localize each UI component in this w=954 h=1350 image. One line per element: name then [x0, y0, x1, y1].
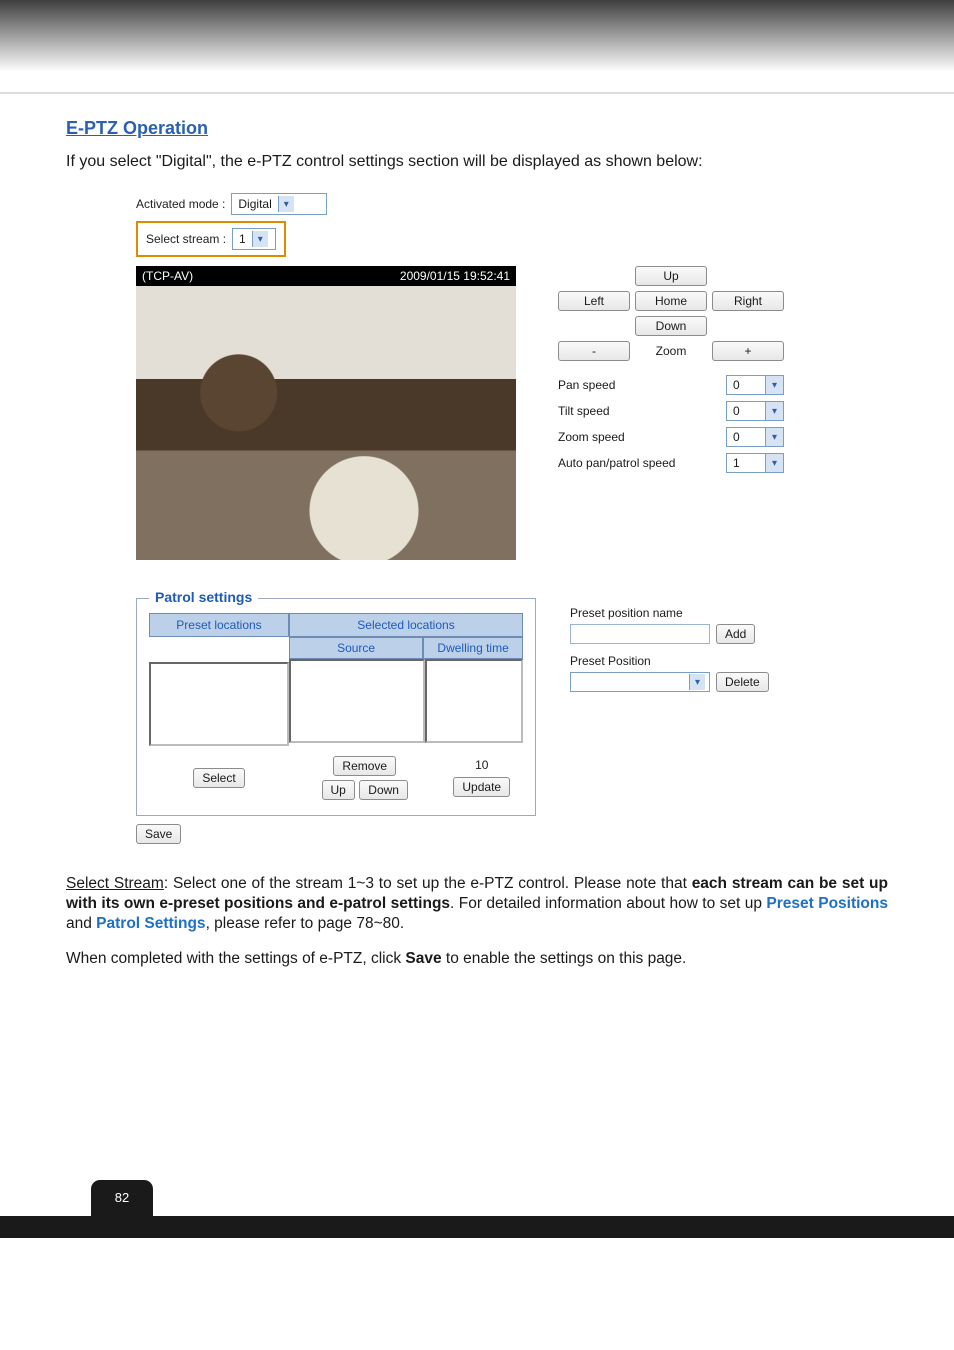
save-button[interactable]: Save — [136, 824, 181, 844]
dwell-value: 10 — [475, 758, 488, 772]
preset-position-label: Preset Position — [570, 654, 769, 668]
zoom-speed-value: 0 — [727, 430, 765, 444]
pan-speed-select[interactable]: 0 ▾ — [726, 375, 784, 395]
ptz-home-button[interactable]: Home — [635, 291, 707, 311]
video-pane: (TCP-AV) 2009/01/15 19:52:41 — [136, 266, 516, 560]
zoom-speed-select[interactable]: 0 ▾ — [726, 427, 784, 447]
preset-position-select[interactable]: ▾ — [570, 672, 710, 692]
patrol-settings-link: Patrol Settings — [96, 915, 205, 932]
preset-positions-link: Preset Positions — [766, 895, 888, 912]
chevron-down-icon: ▾ — [765, 376, 783, 394]
intro-text: If you select "Digital", the e-PTZ contr… — [66, 153, 888, 171]
ptz-down-button[interactable]: Down — [635, 316, 707, 336]
footer-strip — [0, 1216, 954, 1238]
preset-locations-header: Preset locations — [149, 613, 289, 637]
ptz-left-button[interactable]: Left — [558, 291, 630, 311]
preset-position-name-label: Preset position name — [570, 606, 769, 620]
chevron-down-icon: ▾ — [765, 402, 783, 420]
dwelling-time-header: Dwelling time — [423, 637, 523, 659]
body-paragraph-2: When completed with the settings of e-PT… — [66, 949, 888, 969]
video-protocol: (TCP-AV) — [142, 269, 193, 283]
chevron-down-icon: ▾ — [765, 454, 783, 472]
chevron-down-icon: ▾ — [689, 674, 705, 690]
zoom-in-button[interactable]: + — [712, 341, 784, 361]
tilt-speed-value: 0 — [727, 404, 765, 418]
tilt-speed-label: Tilt speed — [558, 404, 610, 418]
video-timestamp: 2009/01/15 19:52:41 — [400, 269, 510, 283]
activated-mode-value: Digital — [238, 197, 271, 211]
patrol-settings-fieldset: Patrol settings Preset locations Selecte… — [136, 598, 536, 816]
selected-locations-header: Selected locations — [289, 613, 523, 637]
zoom-speed-label: Zoom speed — [558, 430, 625, 444]
pan-speed-value: 0 — [727, 378, 765, 392]
select-stream-value: 1 — [239, 232, 246, 246]
preset-position-name-input[interactable] — [570, 624, 710, 644]
select-button[interactable]: Select — [193, 768, 244, 788]
ptz-up-button[interactable]: Up — [635, 266, 707, 286]
source-list[interactable] — [289, 659, 425, 743]
header-gradient — [0, 0, 954, 92]
ptz-right-button[interactable]: Right — [712, 291, 784, 311]
video-preview-image — [136, 286, 516, 560]
delete-button[interactable]: Delete — [716, 672, 769, 692]
zoom-out-button[interactable]: - — [558, 341, 630, 361]
activated-mode-label: Activated mode : — [136, 197, 225, 211]
select-stream-label: Select stream : — [146, 232, 226, 246]
source-header: Source — [289, 637, 423, 659]
body-paragraph-1: Select Stream: Select one of the stream … — [66, 874, 888, 934]
chevron-down-icon: ▾ — [765, 428, 783, 446]
chevron-down-icon: ▾ — [278, 196, 294, 212]
remove-button[interactable]: Remove — [333, 756, 396, 776]
section-heading: E-PTZ Operation — [66, 118, 888, 139]
activated-mode-select[interactable]: Digital ▾ — [231, 193, 327, 215]
update-button[interactable]: Update — [453, 777, 510, 797]
page-number: 82 — [91, 1180, 153, 1216]
auto-speed-value: 1 — [727, 456, 765, 470]
move-down-button[interactable]: Down — [359, 780, 408, 800]
zoom-label: Zoom — [635, 342, 707, 360]
auto-speed-label: Auto pan/patrol speed — [558, 456, 675, 470]
tilt-speed-select[interactable]: 0 ▾ — [726, 401, 784, 421]
dwelling-time-list[interactable] — [425, 659, 523, 743]
auto-speed-select[interactable]: 1 ▾ — [726, 453, 784, 473]
select-stream-select[interactable]: 1 ▾ — [232, 228, 276, 250]
patrol-settings-legend: Patrol settings — [149, 589, 258, 605]
preset-locations-list[interactable] — [149, 662, 289, 746]
pan-speed-label: Pan speed — [558, 378, 615, 392]
add-button[interactable]: Add — [716, 624, 755, 644]
move-up-button[interactable]: Up — [322, 780, 355, 800]
chevron-down-icon: ▾ — [252, 231, 268, 247]
